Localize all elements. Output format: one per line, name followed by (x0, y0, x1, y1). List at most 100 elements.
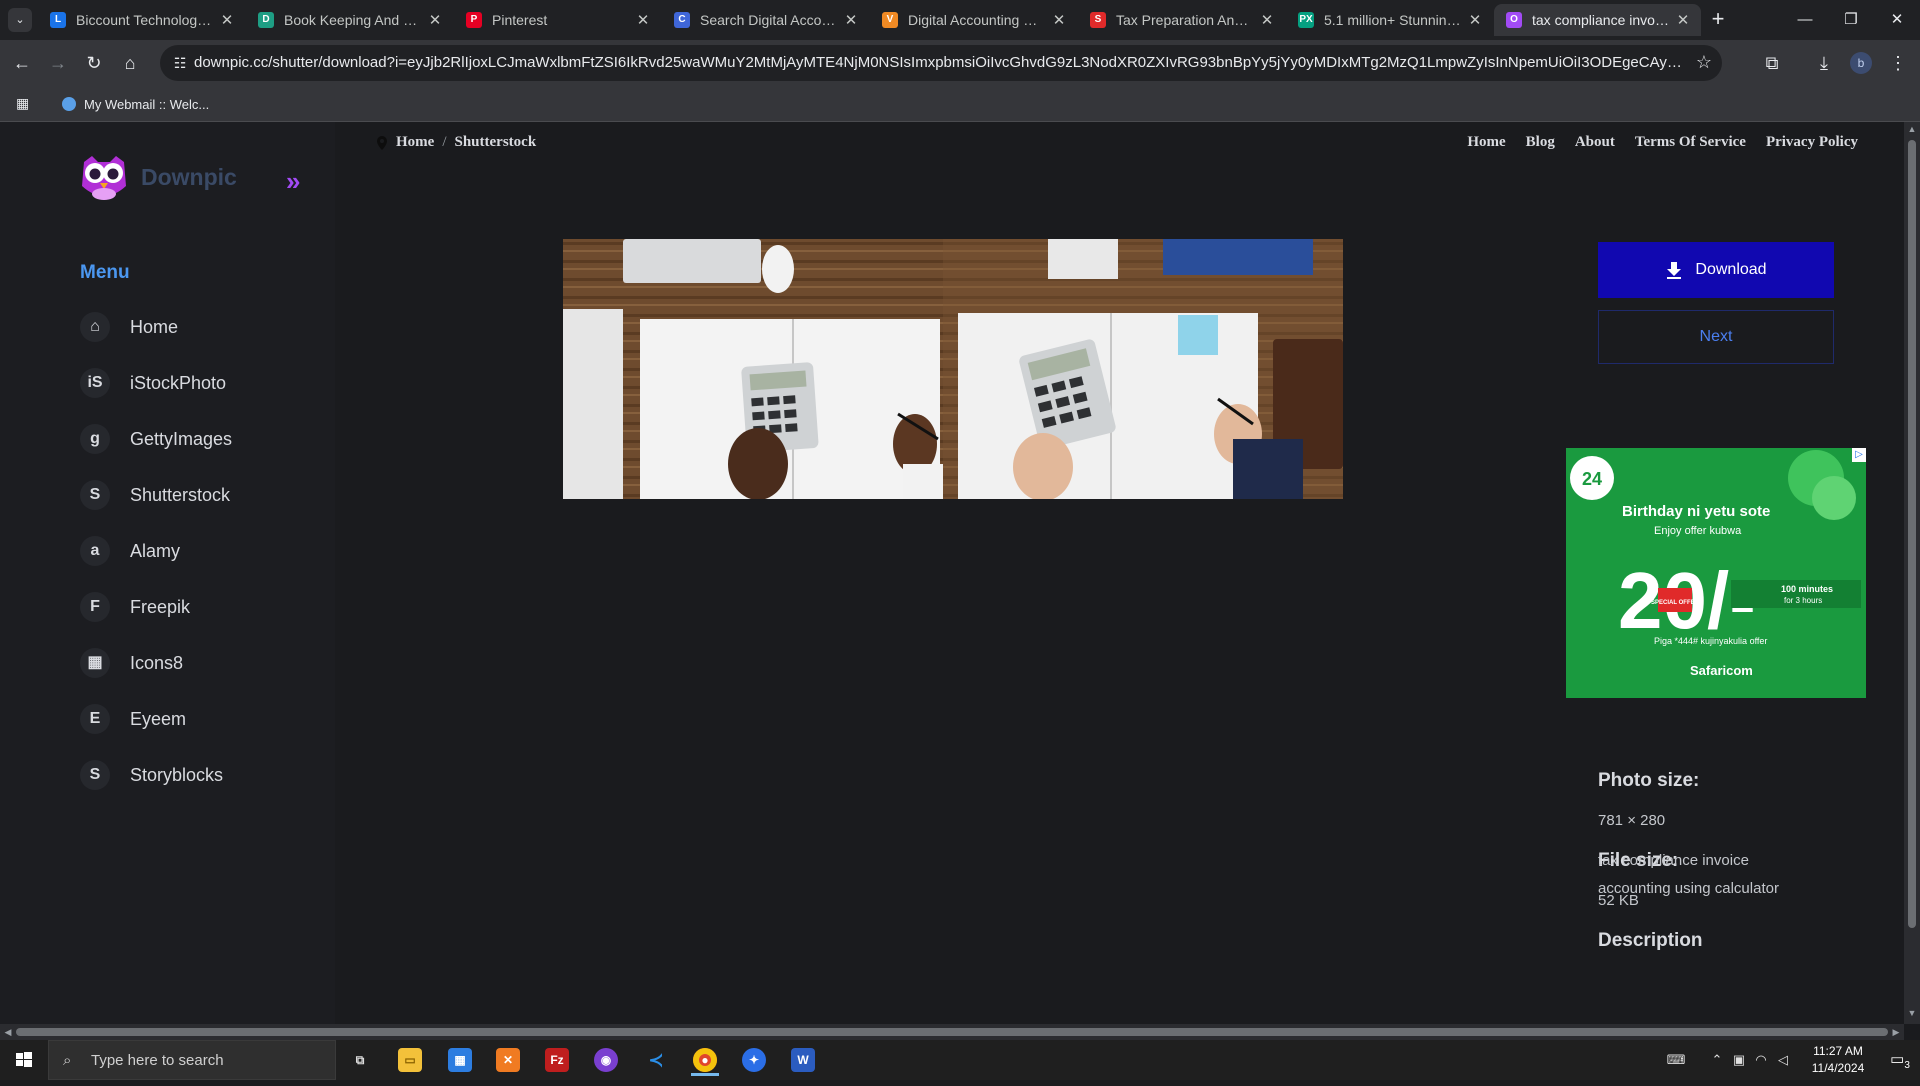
tab-favicon-icon: L (50, 12, 66, 28)
sidebar-item-storyblocks[interactable]: S Storyblocks (80, 754, 320, 796)
browser-tab[interactable]: L Biccount Technologies | Cl ✕ (38, 4, 245, 36)
breadcrumb-home[interactable]: Home (396, 134, 434, 151)
tab-close-icon[interactable]: ✕ (1051, 11, 1067, 29)
nav-blog[interactable]: Blog (1526, 134, 1555, 151)
download-button[interactable]: Download (1598, 242, 1834, 298)
browser-tab[interactable]: PX 5.1 million+ Stunning Fre ✕ (1286, 4, 1493, 36)
xampp-icon[interactable]: ✕ (488, 1044, 528, 1076)
scroll-up-icon[interactable]: ▲ (1904, 124, 1920, 134)
sidebar-item-label: Alamy (130, 540, 181, 561)
vertical-scrollbar[interactable]: ▲ ▼ (1904, 122, 1920, 1024)
tab-favicon-icon: V (882, 12, 898, 28)
sidebar-item-label: GettyImages (130, 428, 233, 449)
vertical-scroll-thumb[interactable] (1908, 140, 1916, 928)
url-text[interactable]: downpic.cc/shutter/download?i=eyJjb2RlIj… (194, 45, 1684, 81)
bookmark-webmail[interactable]: My Webmail :: Welc... (62, 92, 209, 116)
tab-close-icon[interactable]: ✕ (1675, 11, 1691, 29)
tab-strip: ⌄ L Biccount Technologies | Cl ✕ D Book Keep… (0, 0, 1920, 40)
close-window-icon[interactable]: ✕ (1874, 0, 1920, 40)
taskbar-clock[interactable]: 11:27 AM 11/4/2024 (1796, 1043, 1880, 1077)
browser-tab[interactable]: Otax compliance invoice ac ✕ (1494, 4, 1701, 36)
profile-avatar[interactable]: b (1850, 52, 1872, 74)
task-view-icon[interactable]: ⧉ (340, 1044, 380, 1076)
volume-icon[interactable]: ◁ (1772, 1040, 1794, 1080)
tab-close-icon[interactable]: ✕ (843, 11, 859, 29)
gettyimages-icon: g (80, 424, 110, 454)
new-tab-button[interactable]: + (1706, 8, 1730, 32)
nav-terms[interactable]: Terms Of Service (1635, 134, 1746, 151)
notification-center-icon[interactable]: ▭3 (1880, 1040, 1920, 1080)
sidebar-item-istockphoto[interactable]: iS iStockPhoto (80, 362, 320, 404)
tab-favicon-icon: PX (1298, 12, 1314, 28)
browser-tab[interactable]: P Pinterest ✕ (454, 4, 661, 36)
network-icon[interactable]: ◠ (1750, 1040, 1772, 1080)
sidebar-item-label: Home (130, 316, 179, 337)
forward-icon[interactable]: → (42, 47, 74, 79)
nav-home[interactable]: Home (1467, 134, 1505, 151)
camera-icon[interactable]: ▣ (1728, 1040, 1750, 1080)
vscode-icon[interactable]: ≺ (636, 1044, 676, 1076)
home-icon: ⌂ (80, 312, 110, 342)
sidebar-item-home[interactable]: ⌂ Home (80, 306, 320, 348)
tab-close-icon[interactable]: ✕ (427, 11, 443, 29)
browser-menu-icon[interactable]: ⋮ (1884, 49, 1912, 77)
browser-tab[interactable]: D Book Keeping And Financ ✕ (246, 4, 453, 36)
sidebar-item-shutterstock[interactable]: S Shutterstock (80, 474, 320, 516)
tab-close-icon[interactable]: ✕ (1259, 11, 1275, 29)
browser-tab[interactable]: V Digital Accounting Black S ✕ (870, 4, 1077, 36)
tab-favicon-icon: P (466, 12, 482, 28)
tab-close-icon[interactable]: ✕ (1467, 11, 1483, 29)
back-icon[interactable]: ← (6, 47, 38, 79)
restore-icon[interactable]: ❐ (1828, 0, 1874, 40)
home-icon[interactable]: ⌂ (114, 47, 146, 79)
ad-choices-icon[interactable]: ▷ (1852, 448, 1866, 462)
logo-text[interactable]: Downpic (141, 164, 237, 191)
tray-chevron-icon[interactable]: ⌃ (1706, 1040, 1728, 1080)
taskbar-search-box[interactable]: ⌕ Type here to search (48, 1040, 336, 1080)
sidebar-item-icons8[interactable]: ▦ Icons8 (80, 642, 320, 684)
collapse-sidebar-icon[interactable]: » (286, 166, 301, 197)
scroll-right-icon[interactable]: ▶ (1888, 1024, 1904, 1040)
site-info-icon[interactable]: ☷ (170, 53, 190, 73)
horizontal-scroll-thumb[interactable] (16, 1028, 1888, 1036)
app-store-icon[interactable]: ✦ (734, 1044, 774, 1076)
bookmarks-bar: ▦ My Webmail :: Welc... (0, 86, 1920, 122)
nav-privacy[interactable]: Privacy Policy (1766, 134, 1858, 151)
owl-logo-icon[interactable] (78, 152, 130, 204)
apps-grid-icon[interactable]: ▦ (16, 95, 34, 113)
browser-tab[interactable]: C Search Digital Accounting ✕ (662, 4, 869, 36)
nav-about[interactable]: About (1575, 134, 1615, 151)
sidebar-item-gettyimages[interactable]: g GettyImages (80, 418, 320, 460)
word-icon[interactable]: W (783, 1044, 823, 1076)
ad-brand: Safaricom (1690, 663, 1753, 678)
scroll-down-icon[interactable]: ▼ (1904, 1008, 1920, 1018)
sidebar-item-alamy[interactable]: a Alamy (80, 530, 320, 572)
bookmark-star-icon[interactable]: ☆ (1696, 52, 1712, 73)
horizontal-scrollbar[interactable]: ◀ ▶ (0, 1024, 1904, 1040)
tab-close-icon[interactable]: ✕ (635, 11, 651, 29)
tab-close-icon[interactable]: ✕ (219, 11, 235, 29)
sidebar-item-freepik[interactable]: F Freepik (80, 586, 320, 628)
keyboard-icon[interactable]: ⌨ (1656, 1040, 1696, 1080)
extensions-icon[interactable]: ⧉ (1758, 49, 1786, 77)
minimize-icon[interactable]: — (1782, 0, 1828, 40)
github-desktop-icon[interactable]: ◉ (586, 1044, 626, 1076)
ad-tag: SPECIAL OFFER (1651, 600, 1700, 606)
sidebar-item-label: Storyblocks (130, 764, 224, 785)
next-button[interactable]: Next (1598, 310, 1834, 364)
filezilla-icon[interactable]: Fz (537, 1044, 577, 1076)
ad-badge: 24 (1582, 469, 1602, 489)
tab-search-icon[interactable]: ⌄ (8, 8, 32, 32)
chrome-icon[interactable]: ● (685, 1044, 725, 1076)
sidebar-item-eyeem[interactable]: E Eyeem (80, 698, 320, 740)
windows-start-icon[interactable] (0, 1040, 48, 1080)
reload-icon[interactable]: ↻ (78, 47, 110, 79)
file-explorer-icon[interactable]: ▭ (390, 1044, 430, 1076)
microsoft-store-icon[interactable]: ▦ (440, 1044, 480, 1076)
downloads-icon[interactable]: ⤓ (1810, 49, 1838, 77)
address-bar[interactable]: ☷ downpic.cc/shutter/download?i=eyJjb2Rl… (160, 45, 1722, 81)
advertisement-banner[interactable]: 24 Birthday ni yetu sote Enjoy offer kub… (1566, 448, 1866, 698)
scroll-left-icon[interactable]: ◀ (0, 1024, 16, 1040)
download-icon (1667, 262, 1682, 279)
browser-tab[interactable]: S Tax Preparation And Com ✕ (1078, 4, 1285, 36)
